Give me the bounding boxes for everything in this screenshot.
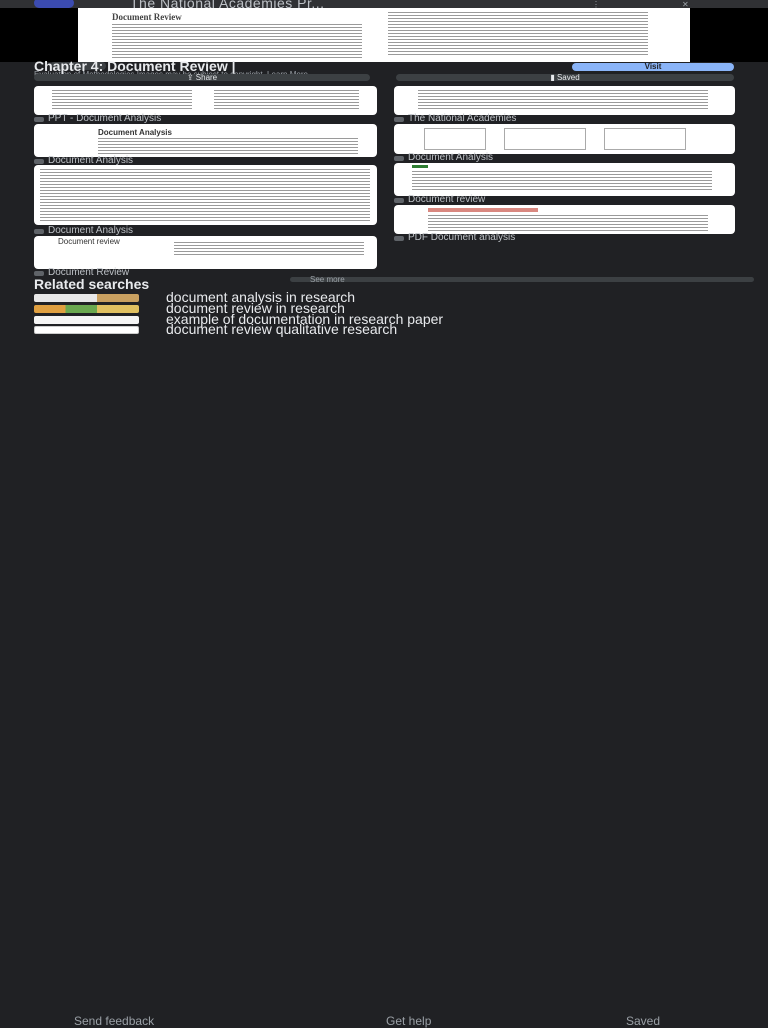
source-logo[interactable] (34, 0, 74, 8)
card-favicon (394, 198, 404, 203)
card-heading: Document Analysis (98, 128, 172, 137)
card-caption[interactable]: PDF Document analysis (408, 232, 728, 243)
see-more-label: See more (310, 275, 345, 284)
save-button[interactable]: ▮ Saved (396, 73, 734, 82)
card-favicon (34, 159, 44, 164)
card-caption[interactable]: Document Analysis (408, 152, 728, 163)
visit-button[interactable]: Visit (572, 63, 734, 71)
result-card-8[interactable] (394, 205, 735, 234)
preview-text-right (388, 12, 648, 57)
card-favicon (394, 236, 404, 241)
footer: Send feedback Get help Saved (0, 1014, 768, 1028)
result-card-6[interactable] (394, 163, 735, 196)
related-search-item[interactable]: document analysis in research (34, 289, 734, 305)
card-favicon (34, 117, 44, 122)
card-favicon (34, 229, 44, 234)
related-search-label: document review qualitative research (166, 321, 398, 337)
top-bar: The National Academies Pr... ⋮ ✕ (0, 0, 768, 11)
see-more-button[interactable]: See more (290, 275, 754, 284)
preview-document-page: Document Review (78, 8, 690, 62)
result-card-7[interactable]: Document review (34, 236, 377, 269)
related-searches-header: Related searches (34, 276, 150, 292)
bookmark-icon: ▮ (550, 73, 557, 82)
saved-link[interactable]: Saved (626, 1014, 660, 1028)
share-label: Share (195, 73, 218, 82)
card-favicon (394, 117, 404, 122)
result-card-5[interactable] (34, 165, 377, 225)
result-card-4[interactable] (394, 124, 735, 154)
card-caption[interactable]: Document review (408, 194, 728, 205)
result-card-2[interactable] (394, 86, 735, 115)
related-search-item[interactable]: document review qualitative research (34, 321, 734, 337)
card-heading: Document review (58, 237, 120, 246)
related-thumbnail (34, 294, 139, 302)
image-preview[interactable]: Document Review (0, 8, 768, 70)
card-caption[interactable]: The National Academies (408, 113, 728, 124)
get-help-link[interactable]: Get help (386, 1014, 431, 1028)
result-card-3[interactable]: Document Analysis (34, 124, 377, 157)
card-caption[interactable]: PPT - Document Analysis (48, 113, 368, 124)
related-thumbnail (34, 316, 139, 324)
share-button[interactable]: ⇪ Share (34, 73, 370, 82)
send-feedback-link[interactable]: Send feedback (74, 1014, 154, 1028)
related-thumbnail (34, 305, 139, 313)
card-favicon (394, 156, 404, 161)
preview-text-left (112, 24, 362, 60)
related-thumbnail (34, 326, 139, 334)
preview-heading: Document Review (112, 12, 182, 22)
card-caption[interactable]: Document Analysis (48, 225, 368, 236)
share-icon: ⇪ (186, 73, 196, 82)
result-card-1[interactable] (34, 86, 377, 115)
save-label: Saved (556, 73, 580, 82)
